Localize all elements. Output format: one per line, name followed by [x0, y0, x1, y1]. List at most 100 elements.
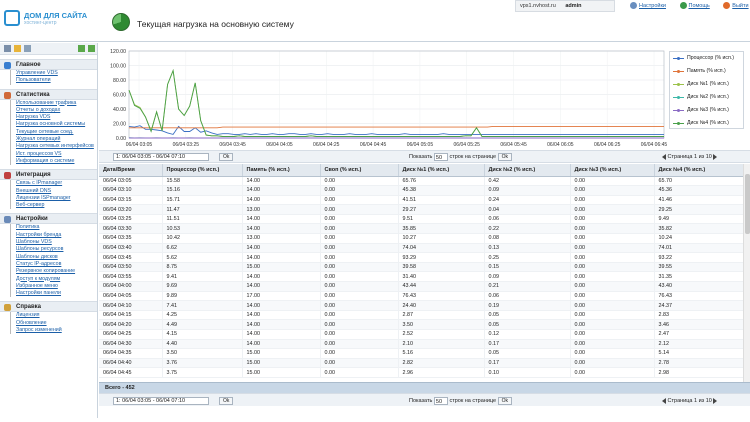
prev-page-icon-bottom[interactable] — [662, 398, 666, 404]
next-page-icon[interactable] — [713, 154, 717, 160]
table-row[interactable]: 06/04 04:204.4914.000.003.500.050.003.46 — [99, 320, 750, 330]
sidebar-item[interactable]: Настройки панели — [0, 290, 97, 297]
column-header[interactable]: Память (% исп.) — [242, 164, 320, 176]
table-cell: 0.21 — [484, 282, 570, 292]
per-page-input-bottom[interactable]: 50 — [434, 397, 448, 405]
sidebar-item[interactable]: Информация о системе — [0, 158, 97, 165]
table-cell: 0.05 — [484, 349, 570, 359]
table-row[interactable]: 06/04 03:2511.5114.000.009.510.060.009.4… — [99, 214, 750, 224]
table-cell: 14.00 — [242, 176, 320, 186]
logo[interactable]: ДОМ ДЛЯ САЙТА хостинг-центр — [4, 6, 94, 34]
sidebar-item[interactable]: Отчеты о доходах — [0, 107, 97, 114]
folder-icon[interactable] — [24, 45, 31, 52]
scrollbar-thumb[interactable] — [745, 174, 750, 234]
collapse-icon[interactable] — [88, 45, 95, 52]
table-row[interactable]: 06/04 04:254.1514.000.002.520.120.002.47 — [99, 330, 750, 340]
sidebar-item[interactable]: Лицензия — [0, 312, 97, 319]
sidebar-item[interactable]: Политика — [0, 224, 97, 231]
table-cell: 39.58 — [398, 262, 484, 272]
logout-link[interactable]: Выйти — [723, 3, 750, 9]
host-name: vps1.nvhost.ru — [520, 3, 556, 9]
per-page-ok-button-bottom[interactable]: Ok — [498, 397, 512, 405]
column-header[interactable]: Диск №3 (% исп.) — [570, 164, 654, 176]
sidebar-item[interactable]: Текущие сетевые соед. — [0, 129, 97, 136]
sidebar-item[interactable]: Использование трафика — [0, 100, 97, 107]
prev-page-icon[interactable] — [662, 154, 666, 160]
help-link[interactable]: Помощь — [680, 3, 716, 9]
expand-icon[interactable] — [78, 45, 85, 52]
table-row[interactable]: 06/04 03:406.6214.000.0074.040.130.0074.… — [99, 243, 750, 253]
table-row[interactable]: 06/04 04:304.4014.000.002.100.170.002.12 — [99, 339, 750, 349]
range-ok-button[interactable]: Ok — [219, 153, 233, 161]
table-cell: 14.00 — [242, 339, 320, 349]
sidebar-item[interactable]: Резервное копирование — [0, 268, 97, 275]
sidebar-item[interactable]: Шаблоны VDS — [0, 239, 97, 246]
sidebar-item[interactable]: Нагрузка сетевых интерфейсов — [0, 143, 97, 150]
per-page-input[interactable]: 50 — [434, 153, 448, 161]
column-header[interactable]: Диск №4 (% исп.) — [654, 164, 750, 176]
table-row[interactable]: 06/04 03:455.6214.000.0093.290.250.0093.… — [99, 253, 750, 263]
date-range-select[interactable]: 1: 06/04 03:05 - 06/04 07:10 — [113, 153, 209, 161]
sidebar-item[interactable]: Запрос изменений — [0, 327, 97, 334]
menu-icon[interactable] — [4, 45, 11, 52]
column-header[interactable]: Процессор (% исп.) — [162, 164, 242, 176]
date-range-select-bottom[interactable]: 1: 06/04 03:05 - 06/04 07:10 — [113, 397, 209, 405]
table-cell: 14.00 — [242, 243, 320, 253]
table-cell: 29.25 — [654, 205, 750, 215]
sidebar-item[interactable]: Пользователи — [0, 77, 97, 84]
column-header[interactable]: Диск №1 (% исп.) — [398, 164, 484, 176]
table-row[interactable]: 06/04 04:059.8917.000.0076.430.060.0076.… — [99, 291, 750, 301]
sidebar-item[interactable]: Ист. процессов VS — [0, 151, 97, 158]
table-cell: 2.96 — [398, 368, 484, 378]
table-cell: 93.22 — [654, 253, 750, 263]
sidebar-item[interactable]: Веб-сервер — [0, 202, 97, 209]
sidebar-item[interactable]: Связь с IPmanager — [0, 180, 97, 187]
table-row[interactable]: 06/04 03:2011.4713.000.0029.270.040.0029… — [99, 205, 750, 215]
sidebar-item[interactable]: Лицензии ISPmanager — [0, 195, 97, 202]
legend-item: Диск №1 (% исп.) — [670, 78, 743, 91]
star-icon[interactable] — [14, 45, 21, 52]
table-row[interactable]: 06/04 03:1515.7114.000.0041.510.240.0041… — [99, 195, 750, 205]
table-cell: 0.00 — [570, 205, 654, 215]
per-page-ok-button[interactable]: Ok — [498, 153, 512, 161]
sidebar-section-title[interactable]: Статистика — [0, 89, 97, 100]
table-cell: 0.00 — [320, 282, 398, 292]
legend-label: Память (% исп.) — [687, 68, 726, 74]
sidebar-section-title[interactable]: Главное — [0, 59, 97, 70]
table-cell: 06/04 04:35 — [99, 349, 162, 359]
sidebar-section-title[interactable]: Интеграция — [0, 169, 97, 180]
sidebar-item[interactable]: Шаблоны ресурсов — [0, 246, 97, 253]
sidebar-item[interactable]: Шаблоны дисков — [0, 254, 97, 261]
table-row[interactable]: 06/04 03:1015.1614.000.0045.380.090.0045… — [99, 186, 750, 196]
sidebar-section-title[interactable]: Настройки — [0, 213, 97, 224]
column-header[interactable]: Своп (% исп.) — [320, 164, 398, 176]
settings-link[interactable]: Настройки — [630, 3, 672, 9]
column-header[interactable]: Диск №2 (% исп.) — [484, 164, 570, 176]
sidebar-item[interactable]: Обновление — [0, 320, 97, 327]
sidebar-item[interactable]: Управление VDS — [0, 70, 97, 77]
sidebar-item[interactable]: Нагрузка основной системы — [0, 121, 97, 128]
table-row[interactable]: 06/04 04:353.5015.000.005.160.050.005.14 — [99, 349, 750, 359]
next-page-icon-bottom[interactable] — [713, 398, 717, 404]
table-row[interactable]: 06/04 03:508.7515.000.0039.580.150.0039.… — [99, 262, 750, 272]
section-icon — [4, 62, 11, 69]
table-row[interactable]: 06/04 03:559.4114.000.0031.400.090.0031.… — [99, 272, 750, 282]
table-cell: 0.42 — [484, 176, 570, 186]
sidebar-item[interactable]: Настройки бренда — [0, 232, 97, 239]
table-row[interactable]: 06/04 03:3510.4213.000.0010.270.080.0010… — [99, 234, 750, 244]
sidebar-item[interactable]: Внешний DNS — [0, 188, 97, 195]
table-row[interactable]: 06/04 03:0515.5814.000.0065.760.420.0065… — [99, 176, 750, 186]
table-row[interactable]: 06/04 04:107.4114.000.0024.400.190.0024.… — [99, 301, 750, 311]
table-row[interactable]: 06/04 04:154.2514.000.002.870.050.002.83 — [99, 310, 750, 320]
sidebar-item[interactable]: Доступ к модулям — [0, 276, 97, 283]
table-row[interactable]: 06/04 03:3010.5314.000.0035.850.220.0035… — [99, 224, 750, 234]
table-scrollbar[interactable] — [743, 164, 750, 382]
table-row[interactable]: 06/04 04:453.7515.000.002.960.100.002.98 — [99, 368, 750, 378]
sidebar-item[interactable]: Статус IP-адресов — [0, 261, 97, 268]
sidebar-section-title[interactable]: Справка — [0, 301, 97, 312]
table-row[interactable]: 06/04 04:403.7615.000.002.820.170.002.78 — [99, 358, 750, 368]
table-cell: 14.00 — [242, 320, 320, 330]
column-header[interactable]: Дата/Время — [99, 164, 162, 176]
table-row[interactable]: 06/04 04:009.6914.000.0043.440.210.0043.… — [99, 282, 750, 292]
range-ok-button-bottom[interactable]: Ok — [219, 397, 233, 405]
